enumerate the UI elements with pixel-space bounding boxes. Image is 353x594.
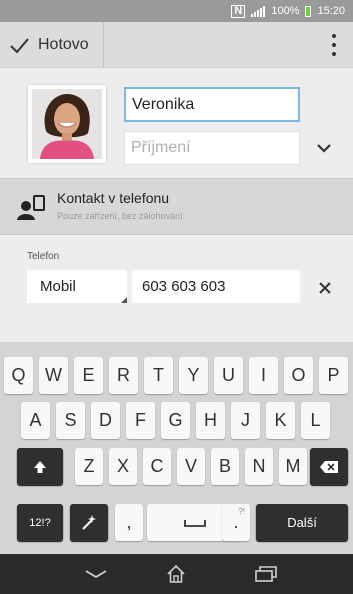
- avatar-image: [32, 89, 102, 159]
- key-q[interactable]: Q: [4, 357, 33, 394]
- key-u[interactable]: U: [214, 357, 243, 394]
- key-e[interactable]: E: [74, 357, 103, 394]
- phone-type-dropdown[interactable]: Mobil: [27, 270, 127, 303]
- soft-keyboard: Q W E R T Y U I O P A S D F G H J K L Z …: [0, 342, 353, 554]
- name-section: Veronika Příjmení: [0, 69, 353, 175]
- done-label: Hotovo: [38, 35, 89, 53]
- account-subtitle: Pouze zařízení, bez zálohování: [57, 211, 183, 221]
- key-i[interactable]: I: [249, 357, 278, 394]
- account-selector[interactable]: Kontakt v telefonu Pouze zařízení, bez z…: [0, 178, 353, 235]
- key-b[interactable]: B: [211, 448, 239, 485]
- last-name-field[interactable]: Příjmení: [124, 131, 300, 165]
- person-photo-icon: [32, 89, 102, 159]
- signal-icon: [251, 5, 266, 17]
- key-s[interactable]: S: [56, 402, 85, 439]
- key-p[interactable]: P: [319, 357, 348, 394]
- account-title: Kontakt v telefonu: [57, 190, 170, 206]
- backspace-key[interactable]: [310, 448, 348, 485]
- navigation-bar: [0, 554, 353, 594]
- dropdown-caret-icon: [121, 297, 127, 303]
- key-c[interactable]: C: [143, 448, 171, 485]
- shift-key[interactable]: [17, 448, 63, 485]
- period-alt-label: ?!: [238, 507, 245, 516]
- shift-arrow-icon: [34, 460, 46, 473]
- key-l[interactable]: L: [301, 402, 330, 439]
- recent-apps-button[interactable]: [246, 560, 286, 588]
- home-button[interactable]: [156, 560, 196, 588]
- key-y[interactable]: Y: [179, 357, 208, 394]
- key-v[interactable]: V: [177, 448, 205, 485]
- phone-type-value: Mobil: [40, 278, 76, 295]
- key-t[interactable]: T: [144, 357, 173, 394]
- key-a[interactable]: A: [21, 402, 50, 439]
- next-key[interactable]: Další: [256, 504, 348, 541]
- phone-number-field[interactable]: 603 603 603: [132, 270, 300, 303]
- phone-section: Telefon Mobil 603 603 603: [0, 238, 353, 342]
- check-icon: [10, 37, 29, 53]
- comma-key[interactable]: ,: [115, 504, 143, 541]
- key-h[interactable]: H: [196, 402, 225, 439]
- key-k[interactable]: K: [266, 402, 295, 439]
- backspace-icon: [320, 460, 338, 473]
- key-w[interactable]: W: [39, 357, 68, 394]
- back-button[interactable]: [76, 560, 116, 588]
- key-o[interactable]: O: [284, 357, 313, 394]
- first-name-field[interactable]: Veronika: [124, 87, 300, 122]
- key-r[interactable]: R: [109, 357, 138, 394]
- key-x[interactable]: X: [109, 448, 137, 485]
- key-f[interactable]: F: [126, 402, 155, 439]
- settings-key[interactable]: [70, 504, 108, 541]
- overflow-menu-icon[interactable]: [327, 34, 341, 56]
- phone-section-label: Telefon: [27, 251, 60, 262]
- contact-photo[interactable]: [28, 85, 106, 163]
- action-separator: [102, 21, 104, 68]
- symbols-key[interactable]: 12!?: [17, 504, 63, 541]
- clock: 15:20: [317, 5, 345, 17]
- close-icon[interactable]: [318, 281, 332, 295]
- key-n[interactable]: N: [245, 448, 273, 485]
- key-m[interactable]: M: [279, 448, 307, 485]
- key-g[interactable]: G: [161, 402, 190, 439]
- home-icon: [167, 564, 185, 583]
- key-j[interactable]: J: [231, 402, 260, 439]
- phone-contact-icon: [17, 195, 45, 220]
- space-bar-icon: [183, 519, 206, 527]
- action-bar: Hotovo: [0, 21, 353, 68]
- nfc-icon: N: [231, 4, 246, 18]
- battery-icon: [305, 5, 312, 17]
- magic-wand-icon: [82, 514, 96, 530]
- chevron-down-icon: [85, 570, 107, 579]
- key-z[interactable]: Z: [75, 448, 103, 485]
- recent-apps-icon: [255, 566, 277, 582]
- chevron-down-icon[interactable]: [316, 142, 332, 154]
- period-key[interactable]: ?! .: [222, 504, 250, 541]
- key-d[interactable]: D: [91, 402, 120, 439]
- status-bar: N 100% 15:20: [0, 0, 353, 22]
- done-button[interactable]: Hotovo: [0, 22, 103, 67]
- battery-percent: 100%: [271, 5, 300, 17]
